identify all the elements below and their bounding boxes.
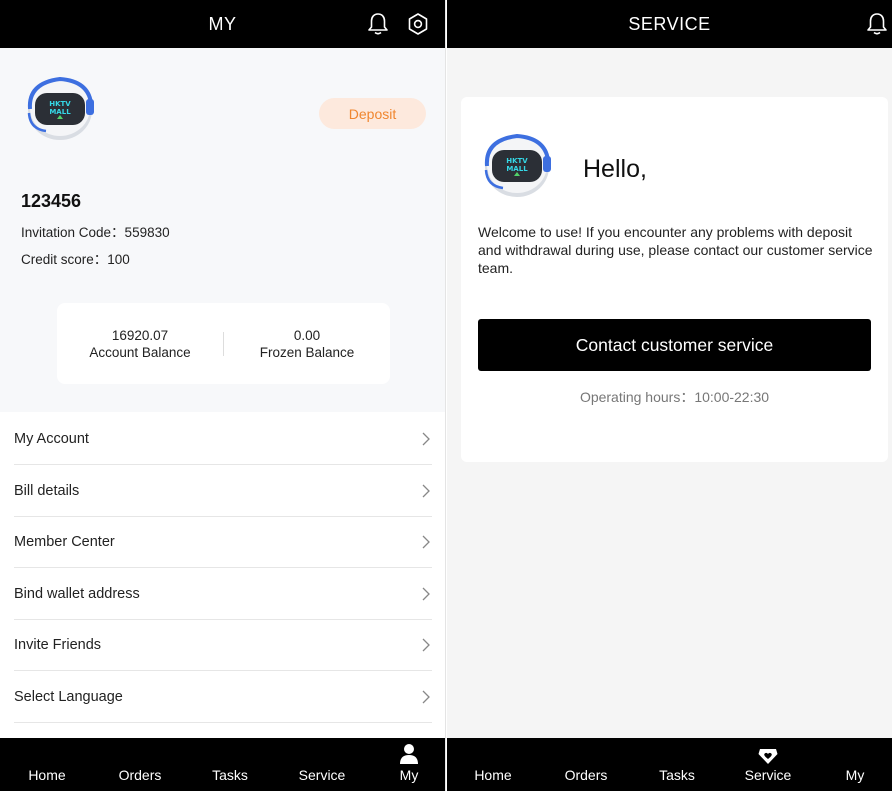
- avatar-text-2: MALL: [506, 165, 528, 173]
- tab-orders[interactable]: Orders: [100, 767, 180, 783]
- menu-list: My Account Bill details Member Center Bi…: [0, 412, 445, 738]
- menu-item-label: Member Center: [14, 534, 115, 550]
- menu-item-label: Select Language: [14, 689, 123, 705]
- service-avatar: HKTV MALL: [481, 130, 553, 202]
- user-icon[interactable]: [398, 743, 420, 765]
- balance-card: 16920.07 Account Balance 0.00 Frozen Bal…: [57, 303, 390, 384]
- my-header: MY: [0, 0, 445, 48]
- username: 123456: [21, 191, 82, 211]
- menu-item-label: Bind wallet address: [14, 586, 140, 602]
- settings-icon[interactable]: [405, 11, 431, 37]
- account-balance: 16920.07 Account Balance: [57, 327, 223, 361]
- avatar-text-2: MALL: [49, 108, 71, 116]
- tab-tasks[interactable]: Tasks: [190, 767, 270, 783]
- chevron-right-icon: [422, 587, 430, 601]
- tab-home[interactable]: Home: [7, 767, 87, 783]
- service-screen: SERVICE HKTV MALL Hello, Welcome to use!…: [447, 0, 892, 791]
- menu-item-bill-details[interactable]: Bill details: [14, 466, 432, 517]
- frozen-balance-label: Frozen Balance: [259, 345, 355, 360]
- menu-item-member-center[interactable]: Member Center: [14, 517, 432, 568]
- service-card: HKTV MALL Hello, Welcome to use! If you …: [461, 97, 888, 462]
- frozen-balance-value: 0.00: [293, 328, 321, 343]
- avatar-text-1: HKTV: [506, 157, 528, 165]
- credit-score: Credit score：100: [21, 252, 130, 267]
- deposit-button[interactable]: Deposit: [319, 98, 426, 129]
- tab-my[interactable]: My: [815, 767, 892, 783]
- my-screen: MY HKTV MALL Deposit 123456 Invitation C…: [0, 0, 446, 791]
- tab-service[interactable]: Service: [728, 767, 808, 783]
- tab-service[interactable]: Service: [282, 767, 362, 783]
- bottom-tabbar: Home Orders Tasks Service My: [447, 738, 892, 791]
- service-header: SERVICE: [447, 0, 892, 48]
- avatar[interactable]: HKTV MALL: [24, 73, 96, 145]
- operating-hours: Operating hours：10:00-22:30: [579, 389, 770, 405]
- menu-item-my-account[interactable]: My Account: [14, 414, 432, 465]
- avatar-text-1: HKTV: [49, 100, 71, 108]
- tab-tasks[interactable]: Tasks: [637, 767, 717, 783]
- account-balance-label: Account Balance: [89, 345, 191, 360]
- bell-icon[interactable]: [864, 11, 890, 37]
- menu-item-label: Bill details: [14, 483, 80, 499]
- menu-item-bind-wallet[interactable]: Bind wallet address: [14, 569, 432, 620]
- chevron-right-icon: [422, 690, 430, 704]
- frozen-balance: 0.00 Frozen Balance: [224, 327, 390, 361]
- chevron-right-icon: [422, 535, 430, 549]
- bottom-tabbar: Home Orders Tasks Service My: [0, 738, 445, 791]
- chevron-right-icon: [422, 432, 430, 446]
- bell-icon[interactable]: [365, 11, 391, 37]
- chevron-right-icon: [422, 638, 430, 652]
- menu-item-label: Invite Friends: [14, 637, 102, 653]
- tab-orders[interactable]: Orders: [546, 767, 626, 783]
- invitation-code: Invitation Code：559830: [21, 225, 170, 240]
- chevron-right-icon: [422, 484, 430, 498]
- welcome-text: Welcome to use! If you encounter any pro…: [478, 224, 873, 276]
- menu-item-invite-friends[interactable]: Invite Friends: [14, 620, 432, 671]
- contact-service-button[interactable]: Contact customer service: [478, 319, 871, 371]
- tab-home[interactable]: Home: [453, 767, 533, 783]
- tab-my[interactable]: My: [369, 767, 445, 783]
- page-title: SERVICE: [628, 13, 711, 34]
- account-balance-value: 16920.07: [111, 328, 169, 343]
- page-title: MY: [208, 13, 237, 34]
- menu-item-label: My Account: [14, 431, 89, 447]
- heart-diamond-icon[interactable]: [757, 745, 779, 767]
- menu-item-select-language[interactable]: Select Language: [14, 672, 432, 723]
- hello-heading: Hello,: [583, 155, 647, 183]
